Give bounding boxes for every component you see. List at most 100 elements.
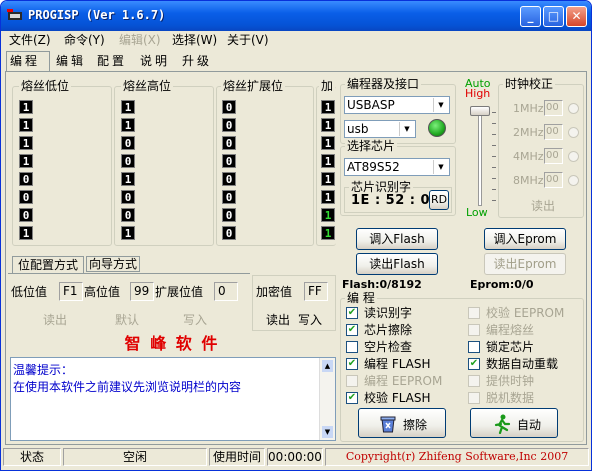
offline-data-checkbox[interactable] bbox=[468, 392, 480, 404]
fuse-bit[interactable]: 1 bbox=[19, 100, 33, 114]
fuse-bit[interactable]: 0 bbox=[222, 190, 236, 204]
fuse-bit[interactable]: 1 bbox=[321, 118, 335, 132]
fuse-bit[interactable]: 0 bbox=[222, 208, 236, 222]
clock-8mhz-radio[interactable] bbox=[568, 175, 579, 186]
fuse-bit[interactable]: 1 bbox=[19, 136, 33, 150]
verify-flash-checkbox[interactable]: ✔ bbox=[346, 392, 358, 404]
fuse-bit[interactable]: 1 bbox=[321, 208, 335, 222]
menu-command[interactable]: 命令(Y) bbox=[64, 32, 105, 48]
scroll-down-icon[interactable]: ▼ bbox=[322, 426, 333, 438]
fuse-bit[interactable]: 0 bbox=[19, 172, 33, 186]
read-flash-button[interactable]: 读出Flash bbox=[356, 253, 438, 275]
fuse-bit[interactable]: 0 bbox=[222, 226, 236, 240]
auto-reload-checkbox[interactable]: ✔ bbox=[468, 358, 480, 370]
program-fuse-checkbox[interactable] bbox=[468, 324, 480, 336]
provide-clock-checkbox[interactable] bbox=[468, 375, 480, 387]
programmer-select[interactable]: USBASP ▼ bbox=[344, 96, 450, 114]
fuse-bit[interactable]: 0 bbox=[19, 208, 33, 222]
clock-2mhz-field[interactable]: 00 bbox=[544, 124, 563, 140]
clock-1mhz-radio[interactable] bbox=[568, 103, 579, 114]
ext-value-field[interactable]: 0 bbox=[214, 282, 238, 301]
fuse-bit[interactable]: 1 bbox=[121, 100, 135, 114]
program-panel: 熔丝低位 1 1 1 1 0 0 0 1 熔丝高位 1 1 0 0 1 0 0 … bbox=[5, 71, 587, 445]
tab-wizard[interactable]: 向导方式 bbox=[86, 256, 140, 272]
menu-about[interactable]: 关于(V) bbox=[227, 32, 269, 48]
clock-2mhz-radio[interactable] bbox=[568, 127, 579, 138]
tab-upgrade[interactable]: 升级 bbox=[179, 53, 215, 70]
read-id-checkbox[interactable]: ✔ bbox=[346, 307, 358, 319]
read-id-button[interactable]: RD bbox=[429, 190, 449, 210]
tab-bit-config[interactable]: 位配置方式 bbox=[12, 256, 84, 274]
fuse-bit[interactable]: 1 bbox=[321, 100, 335, 114]
fuse-bit[interactable]: 1 bbox=[321, 226, 335, 240]
high-value-field[interactable]: 99 bbox=[130, 282, 154, 301]
clock-1mhz-field[interactable]: 00 bbox=[544, 100, 563, 116]
load-eprom-button[interactable]: 调入Eprom bbox=[484, 228, 566, 250]
tips-scrollbar[interactable]: ▲ ▼ bbox=[319, 358, 335, 440]
menu-edit[interactable]: 编辑(X) bbox=[119, 32, 161, 48]
lock-chip-checkbox[interactable] bbox=[468, 341, 480, 353]
fuse-bit[interactable]: 1 bbox=[121, 118, 135, 132]
lock-write-button[interactable]: 写入 bbox=[298, 313, 322, 327]
program-eeprom-checkbox[interactable] bbox=[346, 375, 358, 387]
auto-button[interactable]: 自动 bbox=[470, 408, 558, 438]
fuse-bit[interactable]: 0 bbox=[121, 154, 135, 168]
tips-box[interactable]: 温馨提示： 在使用本软件之前建议先浏览说明栏的内容 ▲ ▼ bbox=[10, 357, 336, 441]
menu-file[interactable]: 文件(Z) bbox=[9, 32, 51, 48]
lock-value-field[interactable]: FF bbox=[304, 282, 328, 301]
scroll-up-icon[interactable]: ▲ bbox=[322, 360, 333, 372]
fuse-bit[interactable]: 1 bbox=[321, 172, 335, 186]
tab-edit[interactable]: 编辑 bbox=[53, 53, 89, 70]
fuse-bit[interactable]: 0 bbox=[222, 172, 236, 186]
fuse-bit[interactable]: 0 bbox=[222, 118, 236, 132]
fuse-bit[interactable]: 0 bbox=[19, 190, 33, 204]
port-select[interactable]: usb ▼ bbox=[344, 120, 416, 138]
clock-4mhz-radio[interactable] bbox=[568, 151, 579, 162]
load-flash-button[interactable]: 调入Flash bbox=[356, 228, 438, 250]
minimize-button[interactable]: _ bbox=[520, 6, 541, 27]
fuse-bit[interactable]: 1 bbox=[19, 226, 33, 240]
tab-config[interactable]: 配置 bbox=[94, 53, 130, 70]
speed-slider-thumb[interactable] bbox=[470, 106, 490, 116]
fuse-bit[interactable]: 1 bbox=[19, 154, 33, 168]
clock-8mhz-field[interactable]: 00 bbox=[544, 172, 563, 188]
erase-button[interactable]: 擦除 bbox=[358, 408, 446, 438]
fuse-default-button[interactable]: 默认 bbox=[115, 313, 139, 327]
lock-read-button[interactable]: 读出 bbox=[266, 313, 290, 327]
fuse-bit[interactable]: 0 bbox=[222, 136, 236, 150]
clock-group: 时钟校正 1MHz 00 2MHz 00 4MHz 00 8MHz 00 读出 bbox=[498, 77, 584, 218]
fuse-bit[interactable]: 1 bbox=[121, 172, 135, 186]
close-button[interactable]: ✕ bbox=[566, 6, 587, 27]
blank-check-checkbox[interactable] bbox=[346, 341, 358, 353]
menu-select[interactable]: 选择(W) bbox=[172, 32, 217, 48]
clock-4mhz-field[interactable]: 00 bbox=[544, 148, 563, 164]
status-bar: 状态 空闲 使用时间 00:00:00 Copyright(r) Zhifeng… bbox=[1, 447, 591, 469]
fuse-bit[interactable]: 0 bbox=[121, 208, 135, 222]
chevron-down-icon[interactable]: ▼ bbox=[433, 98, 448, 112]
fuse-read-button[interactable]: 读出 bbox=[43, 313, 67, 327]
fuse-write-button[interactable]: 写入 bbox=[183, 313, 207, 327]
chevron-down-icon[interactable]: ▼ bbox=[399, 122, 414, 136]
fuse-bit[interactable]: 1 bbox=[321, 136, 335, 150]
verify-eeprom-checkbox[interactable] bbox=[468, 307, 480, 319]
fuse-bit[interactable]: 1 bbox=[321, 190, 335, 204]
tab-help[interactable]: 说明 bbox=[137, 53, 173, 70]
fuse-bit[interactable]: 0 bbox=[222, 100, 236, 114]
clock-read-button[interactable]: 读出 bbox=[531, 199, 555, 213]
read-eprom-button[interactable]: 读出Eprom bbox=[484, 253, 566, 275]
fuse-bit[interactable]: 0 bbox=[222, 154, 236, 168]
program-flash-checkbox[interactable]: ✔ bbox=[346, 358, 358, 370]
title-bar[interactable]: PROGISP (Ver 1.6.7) _ □ ✕ bbox=[1, 1, 591, 31]
low-value-field[interactable]: F1 bbox=[59, 282, 83, 301]
fuse-bit[interactable]: 1 bbox=[121, 226, 135, 240]
speed-track[interactable] bbox=[478, 106, 482, 206]
chip-erase-checkbox[interactable]: ✔ bbox=[346, 324, 358, 336]
tab-program[interactable]: 编程 bbox=[6, 51, 50, 71]
fuse-bit[interactable]: 1 bbox=[321, 154, 335, 168]
chip-select[interactable]: AT89S52 ▼ bbox=[344, 158, 450, 176]
maximize-button[interactable]: □ bbox=[543, 6, 564, 27]
fuse-bit[interactable]: 0 bbox=[121, 190, 135, 204]
fuse-bit[interactable]: 1 bbox=[19, 118, 33, 132]
fuse-bit[interactable]: 0 bbox=[121, 136, 135, 150]
chevron-down-icon[interactable]: ▼ bbox=[433, 160, 448, 174]
